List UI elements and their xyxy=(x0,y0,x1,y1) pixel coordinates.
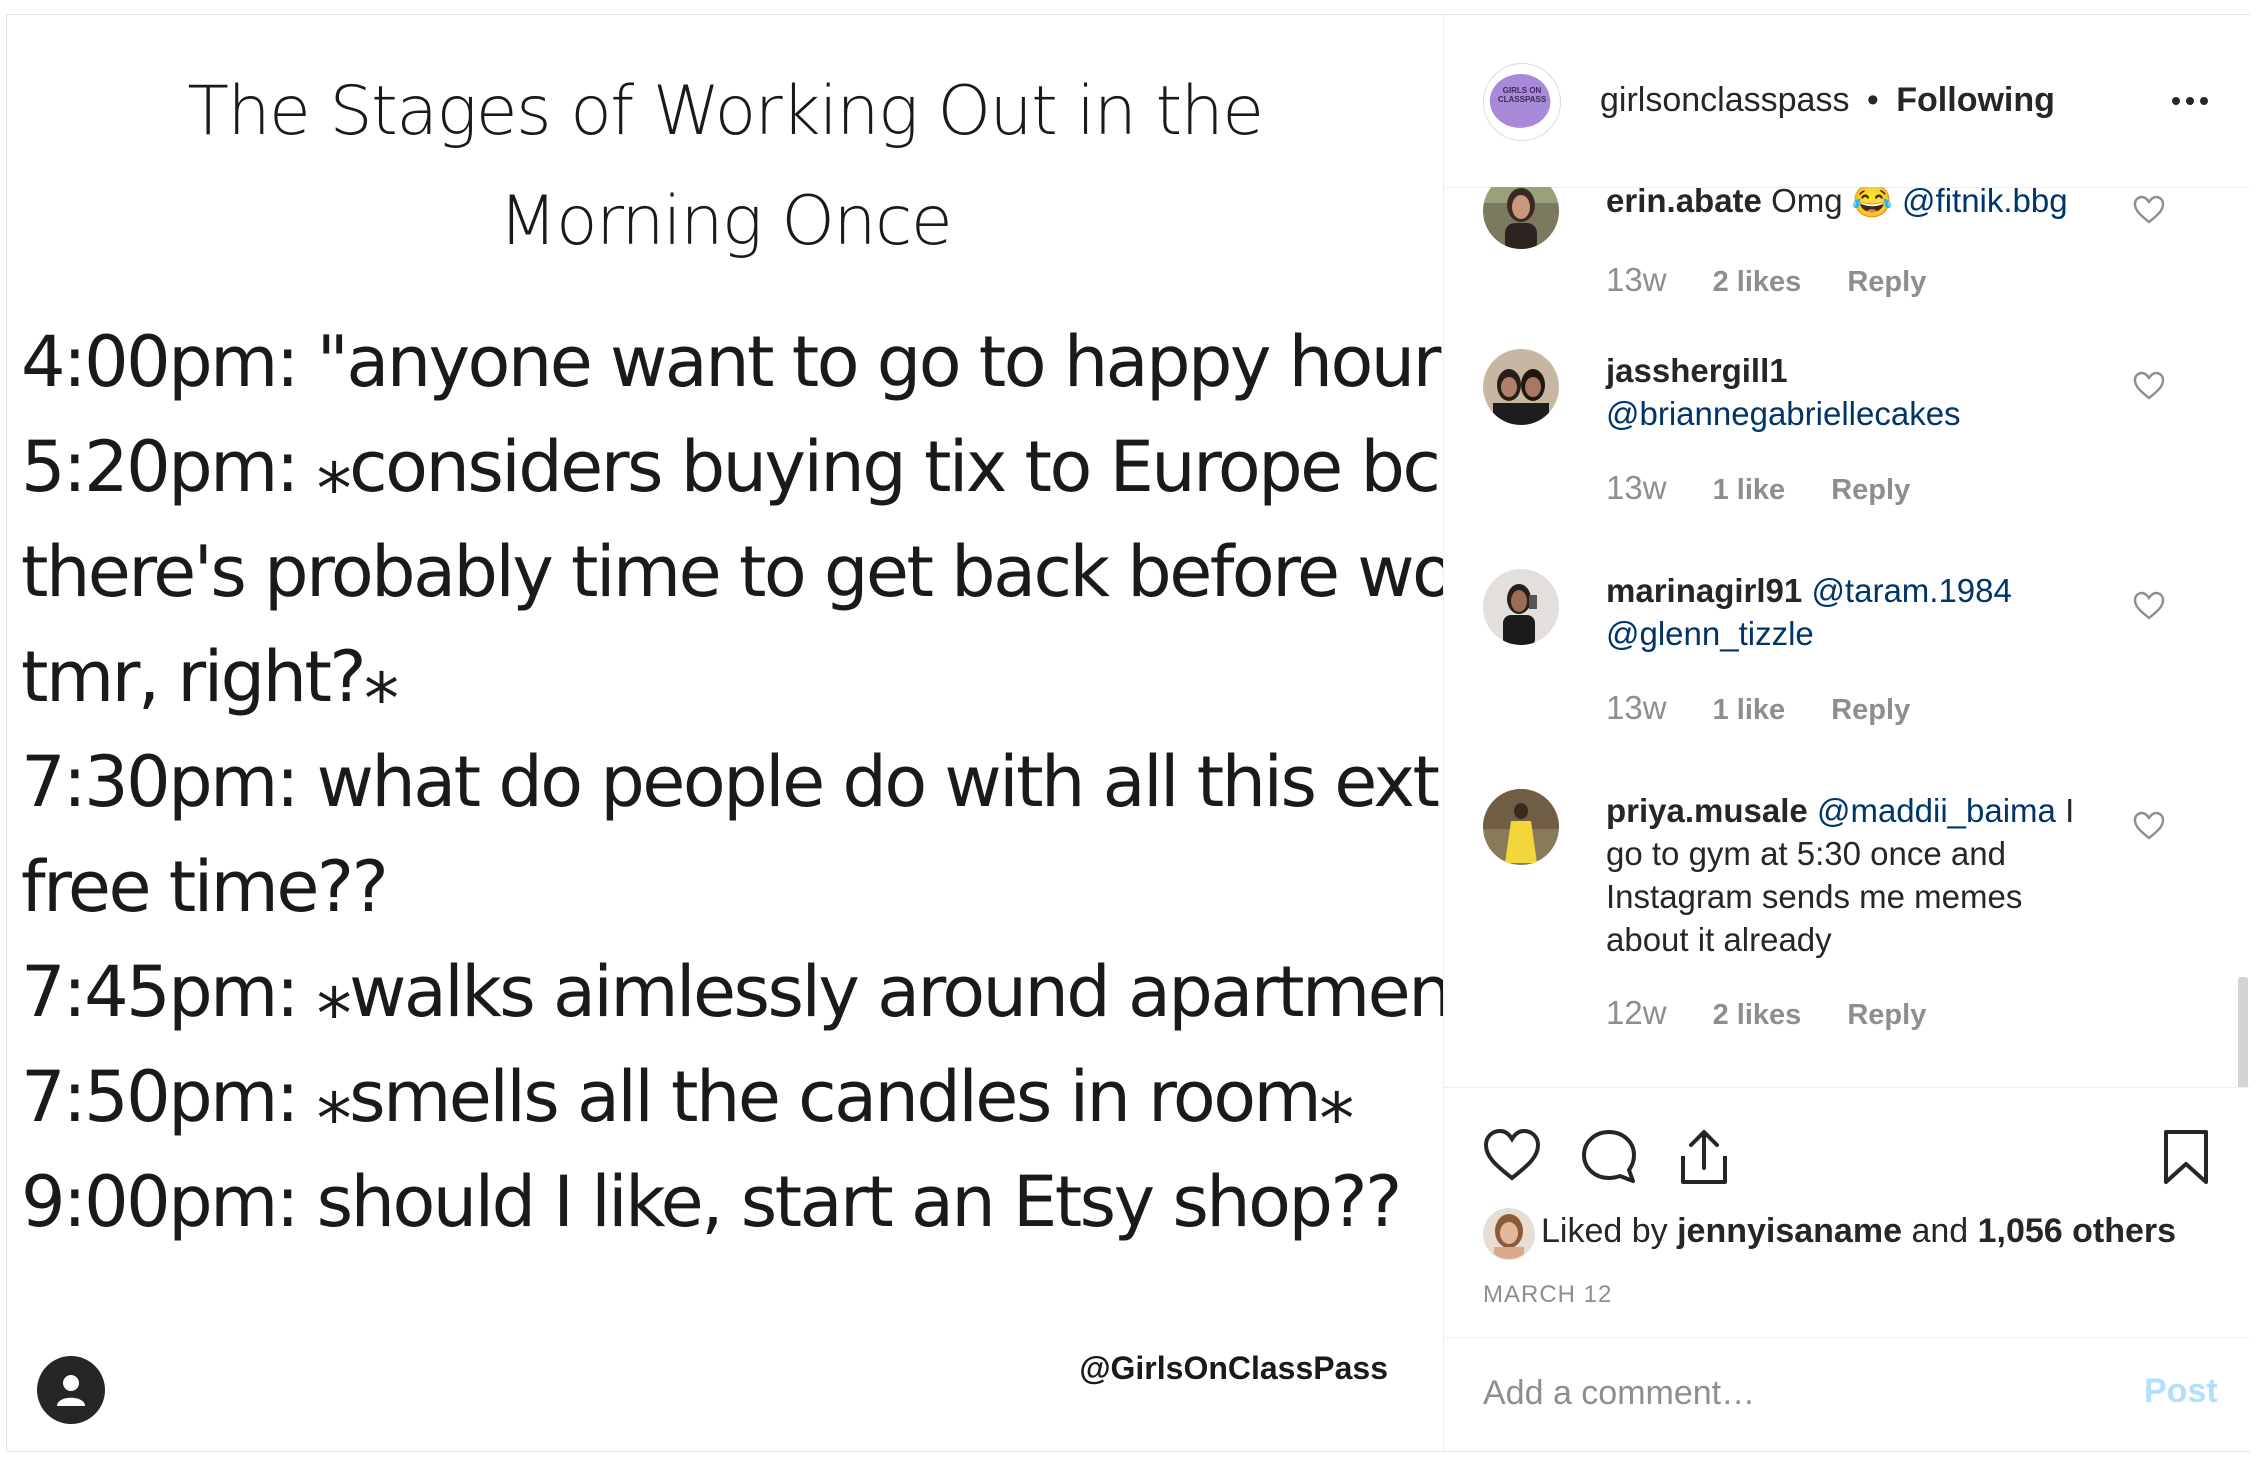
header-separator: • xyxy=(1866,81,1879,119)
meme-line: tmr, right?⁎ xyxy=(21,636,399,718)
meme-title-line: The Stages of Working Out in the xyxy=(187,72,1264,151)
meme-title: The Stages of Working Out in the Morning… xyxy=(7,57,1443,277)
liked-by-row: Liked by jennyisaname and 1,056 others xyxy=(1483,1208,2243,1260)
bookmark-icon[interactable] xyxy=(2162,1128,2210,1186)
commenter-avatar[interactable] xyxy=(1483,789,1559,865)
comments-scrollbar[interactable] xyxy=(2238,977,2248,1087)
comment-heart-icon[interactable] xyxy=(2133,591,2165,621)
meme-watermark: @GirlsOnClassPass xyxy=(1079,1350,1388,1386)
comment-likes[interactable]: 2 likes xyxy=(1713,999,1802,1031)
meme-line: 5:20pm: ⁎considers buying tix to Europe … xyxy=(21,426,1441,508)
comment-meta: 13w 1 like Reply xyxy=(1606,469,1910,507)
meme-line: 4:00pm: "anyone want to go to happy hour… xyxy=(21,321,1443,403)
meme-title-line: Morning Once xyxy=(498,182,953,261)
post-sidebar: GIRLS ON CLASSPASS girlsonclasspass • Fo… xyxy=(1443,15,2250,1451)
liker-avatar[interactable] xyxy=(1483,1208,1535,1260)
meme-line: 7:45pm: ⁎walks aimlessly around apartmen… xyxy=(21,951,1443,1033)
post-image[interactable]: The Stages of Working Out in the Morning… xyxy=(7,15,1443,1451)
reply-button[interactable]: Reply xyxy=(1831,474,1910,506)
share-icon[interactable] xyxy=(1677,1128,1731,1186)
comment-username[interactable]: erin.abate xyxy=(1606,187,1762,219)
reply-button[interactable]: Reply xyxy=(1831,694,1910,726)
heart-icon[interactable] xyxy=(1483,1128,1541,1182)
post-header: GIRLS ON CLASSPASS girlsonclasspass • Fo… xyxy=(1444,15,2250,188)
add-comment-box: Post xyxy=(1444,1337,2250,1452)
account-avatar[interactable]: GIRLS ON CLASSPASS xyxy=(1483,63,1561,141)
header-title: girlsonclasspass • Following xyxy=(1600,81,2055,120)
liked-by-user-link[interactable]: jennyisaname xyxy=(1677,1212,1902,1250)
comment-heart-icon[interactable] xyxy=(2133,811,2165,841)
comment-mention[interactable]: @taram.1984 xyxy=(1811,572,2011,609)
comments-list[interactable]: erin.abate Omg 😂 @fitnik.bbg 13w 2 likes… xyxy=(1444,187,2250,1087)
comment-username[interactable]: marinagirl91 xyxy=(1606,572,1802,609)
comment-age[interactable]: 13w xyxy=(1606,469,1667,506)
liked-by-and: and xyxy=(1911,1212,1969,1250)
meme-line: 7:50pm: ⁎smells all the candles in room⁎ xyxy=(21,1056,1354,1138)
meme-line: free time?? xyxy=(21,846,389,928)
comment-likes[interactable]: 2 likes xyxy=(1713,266,1802,298)
comment-body: Omg xyxy=(1771,187,1843,219)
avatar-logo-text: GIRLS ON CLASSPASS xyxy=(1497,86,1547,104)
comment-text: erin.abate Omg 😂 @fitnik.bbg xyxy=(1606,187,2126,222)
account-username-link[interactable]: girlsonclasspass xyxy=(1600,81,1849,119)
meme-line: 9:00pm: should I like, start an Etsy sho… xyxy=(21,1161,1402,1243)
comment-likes[interactable]: 1 like xyxy=(1713,474,1786,506)
add-comment-input[interactable] xyxy=(1483,1368,2123,1418)
commenter-avatar[interactable] xyxy=(1483,187,1559,249)
comment-text: jasshergill1 @briannegabriellecakes xyxy=(1606,349,2106,435)
commenter-avatar[interactable] xyxy=(1483,349,1559,425)
comment-age[interactable]: 13w xyxy=(1606,261,1667,298)
user-icon xyxy=(57,1375,85,1406)
post-actions: Liked by jennyisaname and 1,056 others M… xyxy=(1444,1087,2250,1338)
meme-line: 7:30pm: what do people do with all this … xyxy=(21,741,1443,823)
comment-username[interactable]: jasshergill1 xyxy=(1606,349,2106,392)
comment-meta: 12w 2 likes Reply xyxy=(1606,994,1926,1032)
comment-heart-icon[interactable] xyxy=(2133,195,2165,225)
post-date[interactable]: MARCH 12 xyxy=(1483,1281,1612,1309)
meme-line: there's probably time to get back before… xyxy=(21,531,1443,613)
comment-username[interactable]: priya.musale xyxy=(1606,792,1808,829)
meme-body: 4:00pm: "anyone want to go to happy hour… xyxy=(21,310,1443,1255)
laughing-emoji-icon: 😂 xyxy=(1851,187,1893,219)
comment-mention[interactable]: @glenn_tizzle xyxy=(1606,615,1814,652)
comment-text: priya.musale @maddii_baima I go to gym a… xyxy=(1606,789,2076,961)
comment-meta: 13w 1 like Reply xyxy=(1606,689,1910,727)
comment-heart-icon[interactable] xyxy=(2133,371,2165,401)
comment-mention[interactable]: @fitnik.bbg xyxy=(1902,187,2068,219)
reply-button[interactable]: Reply xyxy=(1847,999,1926,1031)
commenter-avatar[interactable] xyxy=(1483,569,1559,645)
comment-meta: 13w 2 likes Reply xyxy=(1606,261,1926,299)
comment-text: marinagirl91 @taram.1984 @glenn_tizzle xyxy=(1606,569,2106,655)
comment-age[interactable]: 12w xyxy=(1606,994,1667,1031)
tagged-user-button[interactable] xyxy=(37,1356,105,1424)
post-comment-button[interactable]: Post xyxy=(2144,1372,2218,1411)
liked-by-text: Liked by jennyisaname and 1,056 others xyxy=(1541,1212,2176,1251)
comment-mention[interactable]: @briannegabriellecakes xyxy=(1606,392,2106,435)
comment-mention[interactable]: @maddii_baima xyxy=(1817,792,2056,829)
comment-icon[interactable] xyxy=(1580,1128,1638,1184)
comment-likes[interactable]: 1 like xyxy=(1713,694,1786,726)
following-button[interactable]: Following xyxy=(1896,81,2055,119)
reply-button[interactable]: Reply xyxy=(1847,266,1926,298)
comment-age[interactable]: 13w xyxy=(1606,689,1667,726)
liked-by-prefix: Liked by xyxy=(1541,1212,1668,1250)
more-options-icon[interactable] xyxy=(2170,91,2210,115)
liked-by-others-link[interactable]: 1,056 others xyxy=(1978,1212,2176,1250)
